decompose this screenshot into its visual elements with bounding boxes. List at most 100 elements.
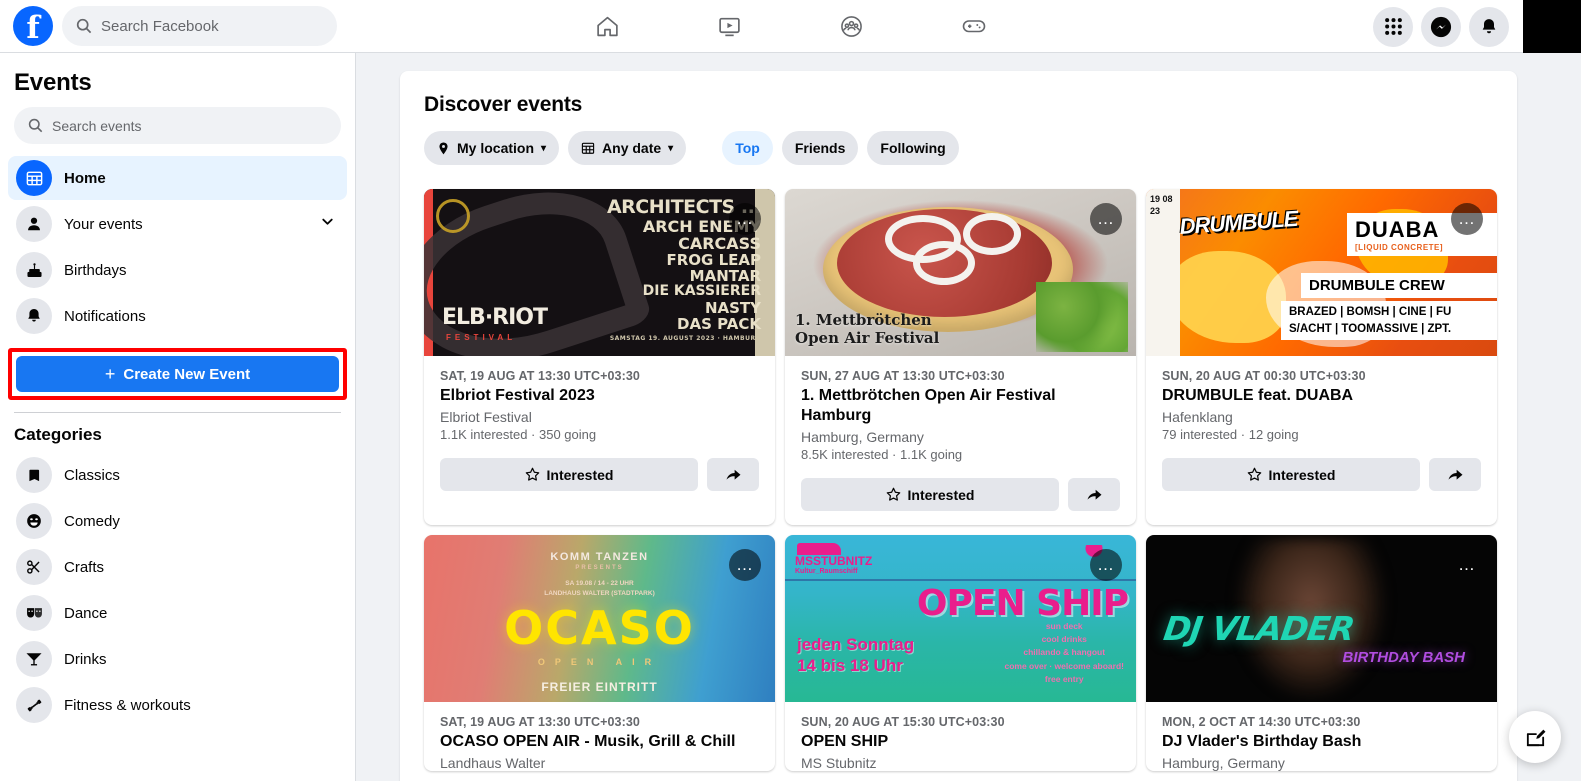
event-poster[interactable]: 1. Mettbrötchen Open Air Festival … bbox=[785, 189, 1136, 356]
event-more-options-button[interactable]: … bbox=[729, 549, 761, 581]
sidebar-category-crafts[interactable]: Crafts bbox=[8, 545, 347, 589]
event-card[interactable]: 19 08 23 DRUMBULE DUABA [LIQUID CONCRETE… bbox=[1146, 189, 1497, 525]
sidebar-category-label: Classics bbox=[64, 466, 120, 484]
tab-following[interactable]: Following bbox=[867, 131, 959, 165]
share-icon bbox=[1087, 489, 1101, 500]
page-title: Discover events bbox=[424, 93, 583, 116]
poster-features: sun deck cool drinks chillando & hangout co… bbox=[1004, 621, 1124, 684]
nav-groups-icon[interactable] bbox=[826, 4, 878, 48]
lineup-footer: SAMSTAG 19. AUGUST 2023 · HAMBURG bbox=[609, 334, 761, 342]
chevron-down-icon: ▾ bbox=[668, 142, 674, 154]
chevron-down-icon[interactable] bbox=[320, 214, 335, 234]
filter-my-location[interactable]: My location ▾ bbox=[424, 131, 560, 165]
poster-lineup-box: BRAZED | BOMSH | CINE | FU S/ACHT | TOOM… bbox=[1281, 301, 1497, 341]
calendar-grid-icon bbox=[581, 142, 595, 154]
facebook-search-input[interactable]: Search Facebook bbox=[62, 6, 337, 46]
interested-button[interactable]: Interested bbox=[801, 478, 1059, 511]
book-icon bbox=[16, 457, 52, 493]
sidebar-item-home[interactable]: Home bbox=[8, 156, 347, 200]
interested-label: Interested bbox=[546, 466, 614, 483]
event-more-options-button[interactable]: … bbox=[1451, 549, 1483, 581]
location-pin-icon bbox=[439, 141, 448, 154]
event-poster[interactable]: KOMM TANZEN PRESENTS SA 19.08 / 14 - 22 … bbox=[424, 535, 775, 702]
event-more-options-button[interactable]: … bbox=[1090, 549, 1122, 581]
categories-title: Categories bbox=[14, 425, 102, 444]
lineup-line: FROG LEAP bbox=[666, 251, 762, 270]
poster-date-strip: 19 08 23 bbox=[1146, 189, 1180, 356]
event-card-body: SAT, 19 AUG AT 13:30 UTC+03:30 OCASO OPE… bbox=[424, 702, 775, 771]
poster-brand-sub: Kultur_Raumschiff bbox=[795, 568, 858, 576]
event-more-options-button[interactable]: … bbox=[1451, 203, 1483, 235]
event-poster[interactable]: 19 08 23 DRUMBULE DUABA [LIQUID CONCRETE… bbox=[1146, 189, 1497, 356]
nav-home-icon[interactable] bbox=[582, 4, 634, 48]
interested-button[interactable]: Interested bbox=[1162, 458, 1420, 491]
share-button[interactable] bbox=[1068, 478, 1120, 511]
sidebar-category-label: Comedy bbox=[64, 512, 120, 530]
tab-friends[interactable]: Friends bbox=[781, 131, 859, 165]
event-card[interactable]: 1. Mettbrötchen Open Air Festival … SUN,… bbox=[785, 189, 1136, 525]
profile-avatar[interactable] bbox=[1523, 0, 1581, 53]
messenger-icon[interactable] bbox=[1421, 6, 1461, 47]
event-title[interactable]: Elbriot Festival 2023 bbox=[440, 386, 759, 406]
person-icon bbox=[16, 206, 52, 242]
poster-logo: ELB·RIOT bbox=[442, 305, 548, 330]
event-card[interactable]: ELB·RIOT FESTIVAL ARCHITECTS ... ARCH EN… bbox=[424, 189, 775, 525]
ocaso-poster-art: KOMM TANZEN PRESENTS SA 19.08 / 14 - 22 … bbox=[424, 535, 775, 702]
share-button[interactable] bbox=[1429, 458, 1481, 491]
nav-gaming-icon[interactable] bbox=[948, 4, 1000, 48]
event-card[interactable]: KOMM TANZEN PRESENTS SA 19.08 / 14 - 22 … bbox=[424, 535, 775, 771]
compose-button[interactable] bbox=[1509, 711, 1561, 763]
event-title[interactable]: 1. Mettbrötchen Open Air Festival Hambur… bbox=[801, 386, 1120, 426]
event-date: MON, 2 OCT AT 14:30 UTC+03:30 bbox=[1162, 715, 1361, 729]
sidebar-item-your-events[interactable]: Your events bbox=[8, 202, 347, 246]
nav-video-icon[interactable] bbox=[704, 4, 756, 48]
sidebar-category-dance[interactable]: Dance bbox=[8, 591, 347, 635]
search-icon bbox=[76, 18, 92, 34]
sidebar-category-comedy[interactable]: Comedy bbox=[8, 499, 347, 543]
event-card[interactable]: DJ VLADER BIRTHDAY BASH … MON, 2 OCT AT … bbox=[1146, 535, 1497, 771]
event-more-options-button[interactable]: … bbox=[1090, 203, 1122, 235]
chevron-down-icon: ▾ bbox=[541, 142, 547, 154]
event-venue: Hafenklang bbox=[1162, 409, 1233, 425]
sidebar-item-notifications[interactable]: Notifications bbox=[8, 294, 347, 338]
star-icon bbox=[525, 467, 539, 481]
tab-top[interactable]: Top bbox=[722, 131, 773, 165]
notifications-bell-icon[interactable] bbox=[1469, 6, 1509, 47]
share-icon bbox=[1448, 469, 1462, 480]
sidebar-category-label: Fitness & workouts bbox=[64, 696, 191, 714]
poster-headline: DUABA bbox=[1355, 217, 1440, 242]
sidebar-category-classics[interactable]: Classics bbox=[8, 453, 347, 497]
plus-icon: + bbox=[104, 364, 116, 384]
sidebar-category-fitness[interactable]: Fitness & workouts bbox=[8, 683, 347, 727]
navbar-center-tabs bbox=[582, 4, 1000, 48]
cocktail-icon bbox=[16, 641, 52, 677]
interested-button[interactable]: Interested bbox=[440, 458, 698, 491]
facebook-logo[interactable]: f bbox=[13, 6, 53, 46]
lineup-line: CARCASS bbox=[678, 233, 761, 253]
event-poster[interactable]: DJ VLADER BIRTHDAY BASH … bbox=[1146, 535, 1497, 702]
events-search-input[interactable]: Search events bbox=[14, 107, 341, 144]
sidebar-item-birthdays[interactable]: Birthdays bbox=[8, 248, 347, 292]
compose-icon bbox=[1526, 729, 1545, 746]
event-poster[interactable]: ELB·RIOT FESTIVAL ARCHITECTS ... ARCH EN… bbox=[424, 189, 775, 356]
share-button[interactable] bbox=[707, 458, 759, 491]
lineup-line: MANTAR bbox=[689, 267, 761, 286]
event-poster[interactable]: MSSTUBNITZ Kultur_Raumschiff OPEN SHIP j… bbox=[785, 535, 1136, 702]
create-new-event-button[interactable]: + Create New Event bbox=[16, 356, 339, 392]
event-venue: Elbriot Festival bbox=[440, 409, 532, 425]
event-title[interactable]: DJ Vlader's Birthday Bash bbox=[1162, 732, 1481, 752]
event-title[interactable]: OCASO OPEN AIR - Musik, Grill & Chill bbox=[440, 732, 759, 752]
filter-label: Any date bbox=[602, 140, 662, 156]
event-title[interactable]: OPEN SHIP bbox=[801, 732, 1120, 752]
vlader-poster-art: DJ VLADER BIRTHDAY BASH bbox=[1146, 535, 1497, 702]
event-more-options-button[interactable]: … bbox=[729, 203, 761, 235]
poster-headline: DJ VLADER bbox=[1161, 609, 1357, 648]
sidebar-category-drinks[interactable]: Drinks bbox=[8, 637, 347, 681]
mettbroetchen-poster-art: 1. Mettbrötchen Open Air Festival bbox=[785, 189, 1136, 356]
filter-any-date[interactable]: Any date ▾ bbox=[568, 131, 687, 165]
event-card[interactable]: MSSTUBNITZ Kultur_Raumschiff OPEN SHIP j… bbox=[785, 535, 1136, 771]
event-title[interactable]: DRUMBULE feat. DUABA bbox=[1162, 386, 1481, 406]
poster-lineup-line: BRAZED | BOMSH | CINE | FU bbox=[1289, 306, 1452, 318]
menu-grid-icon[interactable] bbox=[1373, 6, 1413, 47]
poster-details: SA 19.08 / 14 - 22 UHR LANDHAUS WALTER (S… bbox=[544, 580, 655, 598]
